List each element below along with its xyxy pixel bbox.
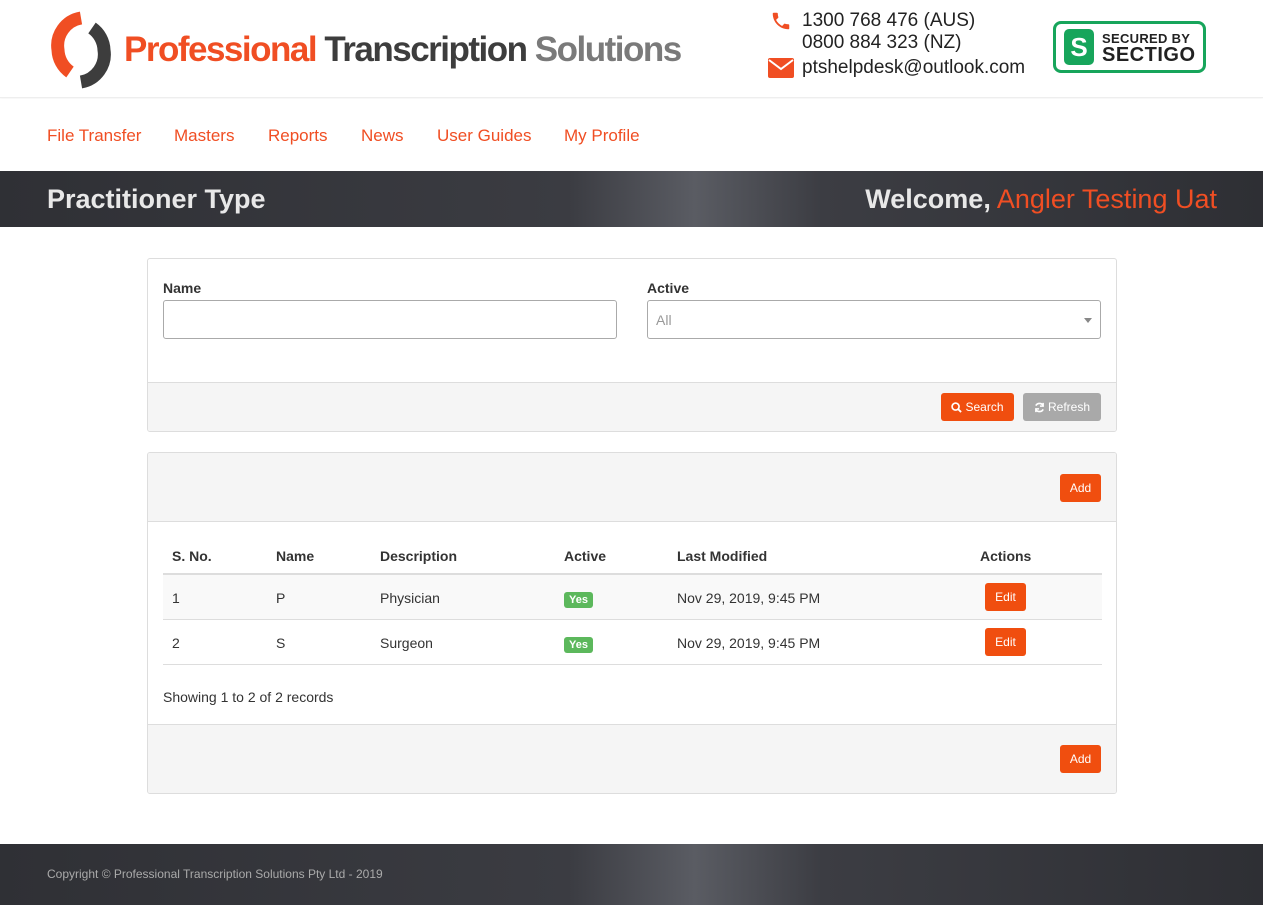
results-panel: Add S. No. Name Description Active Last …	[147, 452, 1117, 794]
cell-sno: 1	[172, 590, 180, 606]
page-title: Practitioner Type	[47, 184, 266, 214]
search-filter-panel: Name Active All Search Refresh	[147, 258, 1117, 432]
cell-name: P	[276, 590, 286, 606]
column-header-active: Active	[564, 548, 607, 564]
active-select[interactable]: All	[647, 300, 1101, 339]
status-badge: Yes	[564, 592, 593, 608]
welcome-user-name[interactable]: Angler Testing Uat	[997, 184, 1217, 214]
secured-by-sectigo-badge: S SECURED BY SECTIGO	[1053, 21, 1206, 73]
copyright-text: Copyright © Professional Transcription S…	[47, 867, 383, 881]
brand-logo[interactable]: Professional Transcription Solutions	[50, 10, 682, 90]
nav-news[interactable]: News	[361, 126, 404, 146]
caret-down-icon	[1084, 318, 1092, 323]
secured-line2: SECTIGO	[1102, 44, 1196, 66]
name-label: Name	[163, 280, 202, 296]
cell-name: S	[276, 635, 286, 651]
nav-file-transfer[interactable]: File Transfer	[47, 126, 141, 146]
phone-icon	[768, 10, 794, 32]
brand-name: Professional Transcription Solutions	[124, 30, 682, 70]
nav-my-profile[interactable]: My Profile	[564, 126, 640, 146]
results-header: Add	[148, 453, 1116, 522]
column-header-description: Description	[380, 548, 458, 564]
status-badge: Yes	[564, 637, 593, 653]
table-row: 2 S Surgeon Yes Nov 29, 2019, 9:45 PM Ed…	[163, 620, 1102, 665]
active-label: Active	[647, 280, 690, 296]
search-icon	[951, 401, 963, 413]
add-button-top[interactable]: Add	[1060, 474, 1101, 502]
cell-last-modified: Nov 29, 2019, 9:45 PM	[677, 635, 821, 651]
cell-last-modified: Nov 29, 2019, 9:45 PM	[677, 590, 821, 606]
brand-name-part2: Transcription	[324, 30, 528, 69]
results-footer: Add	[148, 724, 1116, 793]
site-footer: Copyright © Professional Transcription S…	[0, 844, 1263, 905]
sectigo-shield-icon: S	[1064, 29, 1094, 65]
refresh-icon	[1035, 402, 1044, 412]
site-header: Professional Transcription Solutions 130…	[0, 0, 1263, 98]
name-input[interactable]	[163, 300, 617, 339]
column-header-actions: Actions	[980, 548, 1032, 564]
search-button-label: Search	[965, 400, 1004, 414]
refresh-button[interactable]: Refresh	[1023, 393, 1101, 421]
brand-name-part3: Solutions	[534, 30, 682, 69]
column-header-sno: S. No.	[172, 548, 212, 564]
column-header-last-modified: Last Modified	[677, 548, 768, 564]
cell-sno: 2	[172, 635, 180, 651]
add-button-bottom[interactable]: Add	[1060, 745, 1101, 773]
cell-description: Physician	[380, 590, 440, 606]
nav-masters[interactable]: Masters	[174, 126, 234, 146]
brand-name-part1: Professional	[124, 30, 318, 69]
nav-user-guides[interactable]: User Guides	[437, 126, 531, 146]
contact-info: 1300 768 476 (AUS) 0800 884 323 (NZ) pts…	[768, 10, 1025, 79]
edit-button[interactable]: Edit	[985, 628, 1026, 656]
refresh-button-label: Refresh	[1047, 400, 1091, 414]
page-banner: Practitioner Type Welcome, Angler Testin…	[0, 171, 1263, 227]
phone-aus[interactable]: 1300 768 476 (AUS)	[802, 10, 975, 32]
welcome-label: Welcome,	[865, 184, 991, 214]
welcome-message: Welcome, Angler Testing Uat	[865, 184, 1217, 215]
contact-phone-row: 1300 768 476 (AUS) 0800 884 323 (NZ)	[768, 10, 1025, 54]
filter-body: Name Active All	[148, 259, 1116, 383]
phone-nz[interactable]: 0800 884 323 (NZ)	[802, 32, 975, 54]
records-summary: Showing 1 to 2 of 2 records	[163, 689, 334, 705]
main-nav: File Transfer Masters Reports News User …	[0, 99, 1263, 171]
nav-reports[interactable]: Reports	[268, 126, 328, 146]
contact-email-row: ptshelpdesk@outlook.com	[768, 57, 1025, 79]
column-header-name: Name	[276, 548, 315, 564]
table-row: 1 P Physician Yes Nov 29, 2019, 9:45 PM …	[163, 575, 1102, 620]
contact-email[interactable]: ptshelpdesk@outlook.com	[802, 57, 1025, 79]
active-select-value: All	[656, 312, 672, 328]
cell-description: Surgeon	[380, 635, 433, 651]
envelope-icon	[768, 57, 794, 79]
filter-footer: Search Refresh	[148, 382, 1116, 431]
search-button[interactable]: Search	[941, 393, 1014, 421]
logo-mark-icon	[50, 10, 112, 90]
edit-button[interactable]: Edit	[985, 583, 1026, 611]
